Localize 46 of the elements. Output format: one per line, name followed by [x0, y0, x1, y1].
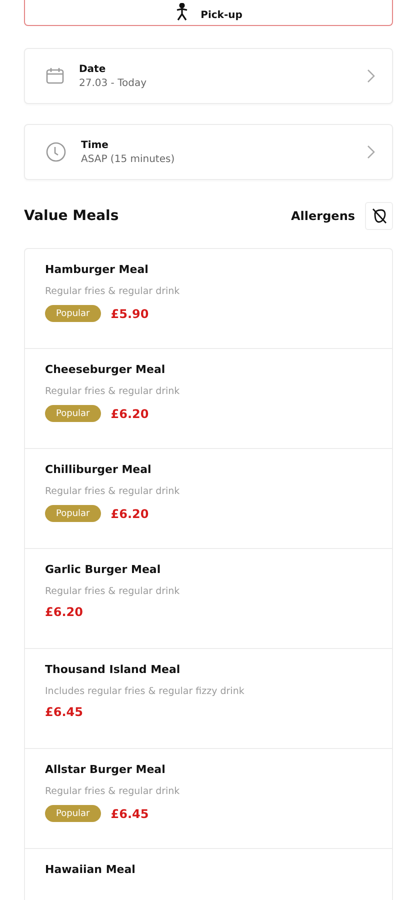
- option-title: Time: [81, 140, 110, 150]
- meal-item[interactable]: Hamburger Meal Regular fries & regular drink Popular £5.90: [25, 249, 392, 349]
- popular-badge: Popular: [45, 805, 101, 822]
- clock-icon: [45, 141, 67, 163]
- meal-item[interactable]: Allstar Burger Meal Regular fries & regular drink Popular £6.45: [25, 749, 392, 849]
- popular-badge: Popular: [45, 405, 101, 422]
- option-value: ASAP (15 minutes): [81, 154, 176, 164]
- meal-item[interactable]: Hawaiian Meal: [25, 849, 392, 900]
- meal-item[interactable]: Chilliburger Meal Regular fries & regular drink Popular £6.20: [25, 449, 392, 549]
- popular-badge: Popular: [45, 305, 101, 322]
- allergens-button[interactable]: [365, 202, 393, 230]
- chevron-right-icon: [366, 144, 376, 160]
- meal-description: Regular fries & regular drink: [45, 786, 181, 797]
- calendar-icon: [45, 66, 65, 86]
- meal-name: Hawaiian Meal: [45, 863, 136, 876]
- meal-name: Hamburger Meal: [45, 263, 150, 276]
- meal-name: Garlic Burger Meal: [45, 563, 162, 576]
- time-selector[interactable]: Time ASAP (15 minutes): [24, 124, 393, 180]
- allergens-label: Allergens: [291, 209, 355, 223]
- meal-name: Allstar Burger Meal: [45, 763, 166, 776]
- walking-person-icon: [174, 3, 189, 21]
- meal-price: £6.45: [110, 806, 149, 820]
- pickup-option[interactable]: Pick-up: [24, 0, 393, 26]
- meal-name: Cheeseburger Meal: [45, 363, 166, 376]
- popular-badge: Popular: [45, 505, 101, 522]
- chevron-right-icon: [366, 68, 376, 84]
- meal-item[interactable]: Garlic Burger Meal Regular fries & regular drink £6.20: [25, 549, 392, 649]
- date-selector[interactable]: Date 27.03 - Today: [24, 48, 393, 104]
- meal-item[interactable]: Cheeseburger Meal Regular fries & regular drink Popular £6.20: [25, 349, 392, 449]
- meal-price: £6.20: [110, 406, 149, 420]
- meal-item[interactable]: Thousand Island Meal Includes regular fries & regular fizzy drink £6.45: [25, 649, 392, 749]
- meal-name: Thousand Island Meal: [45, 663, 182, 676]
- pickup-label: Pick-up: [200, 10, 242, 21]
- section-title: Value Meals: [24, 208, 120, 224]
- meal-description: Regular fries & regular drink: [45, 486, 181, 497]
- meal-description: Includes regular fries & regular fizzy drink: [45, 686, 246, 697]
- meal-description: Regular fries & regular drink: [45, 586, 181, 597]
- meal-price: £5.90: [110, 306, 149, 320]
- meal-price: £6.20: [45, 605, 83, 619]
- meal-price: £6.20: [110, 506, 149, 520]
- meal-description: Regular fries & regular drink: [45, 286, 181, 297]
- option-value: 27.03 - Today: [79, 78, 148, 88]
- meal-description: Regular fries & regular drink: [45, 386, 181, 397]
- option-title: Date: [79, 64, 107, 74]
- meal-price: £6.45: [45, 705, 83, 719]
- meal-name: Chilliburger Meal: [45, 463, 152, 476]
